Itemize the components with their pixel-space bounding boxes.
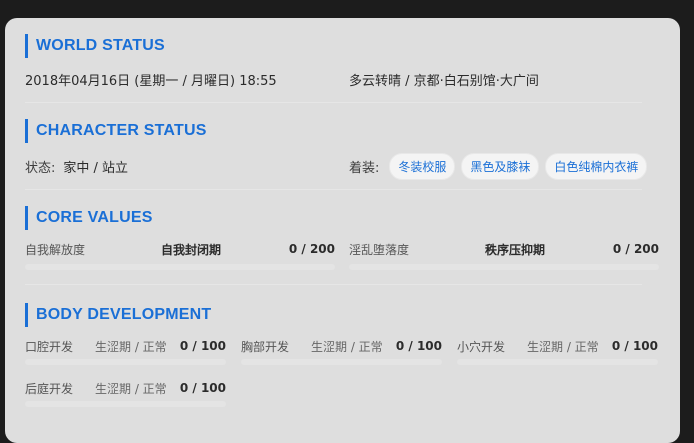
core-stat-label: 自我解放度 bbox=[25, 242, 86, 257]
character-state: 状态: 家中 / 站立 bbox=[25, 157, 349, 176]
body-stat: 口腔开发 生涩期 / 正常 0 / 100 bbox=[25, 337, 226, 365]
divider bbox=[25, 189, 642, 190]
body-stat-phase: 生涩期 / 正常 bbox=[311, 339, 383, 354]
core-stat-phase: 秩序压抑期 bbox=[485, 242, 546, 257]
body-stat-value: 0 / 100 bbox=[179, 381, 226, 395]
body-stat-label: 胸部开发 bbox=[241, 339, 290, 354]
core-stat: 淫乱堕落度 秩序压抑期 0 / 200 bbox=[349, 240, 659, 270]
body-stat-phase: 生涩期 / 正常 bbox=[95, 339, 167, 354]
body-stat-value: 0 / 100 bbox=[611, 339, 658, 353]
core-stat-label: 淫乱堕落度 bbox=[349, 242, 410, 257]
body-stat-phase: 生涩期 / 正常 bbox=[95, 381, 167, 396]
body-stat-label: 后庭开发 bbox=[25, 381, 74, 396]
world-datetime: 2018年04月16日 (星期一 / 月曜日) 18:55 bbox=[25, 73, 277, 89]
progress-bar bbox=[457, 359, 658, 365]
world-status-title: WORLD STATUS bbox=[25, 34, 660, 58]
body-stat-phase: 生涩期 / 正常 bbox=[527, 339, 599, 354]
body-stat-value: 0 / 100 bbox=[179, 339, 226, 353]
progress-bar bbox=[241, 359, 442, 365]
core-values-title: CORE VALUES bbox=[25, 206, 660, 230]
body-development-grid: 口腔开发 生涩期 / 正常 0 / 100 胸部开发 生涩期 / 正常 0 / … bbox=[25, 337, 660, 407]
body-development-title: BODY DEVELOPMENT bbox=[25, 303, 660, 327]
status-panel: WORLD STATUS 2018年04月16日 (星期一 / 月曜日) 18:… bbox=[5, 18, 680, 443]
outfit-label: 着装: bbox=[349, 160, 380, 176]
body-stat-value: 0 / 100 bbox=[395, 339, 442, 353]
progress-bar bbox=[25, 401, 226, 407]
core-stat-value: 0 / 200 bbox=[612, 242, 659, 256]
progress-bar bbox=[349, 264, 659, 270]
progress-bar bbox=[25, 264, 335, 270]
progress-bar bbox=[25, 359, 226, 365]
core-values-row: 自我解放度 自我封闭期 0 / 200 淫乱堕落度 秩序压抑期 0 / 200 bbox=[25, 240, 660, 270]
body-stat: 胸部开发 生涩期 / 正常 0 / 100 bbox=[241, 337, 442, 365]
core-stat-phase: 自我封闭期 bbox=[161, 242, 222, 257]
divider bbox=[25, 102, 642, 103]
outfit-tag[interactable]: 冬装校服 bbox=[389, 152, 456, 180]
core-stat: 自我解放度 自我封闭期 0 / 200 bbox=[25, 240, 335, 270]
state-label: 状态: bbox=[25, 160, 56, 176]
character-status-row: 状态: 家中 / 站立 着装: 冬装校服 黑色及膝袜 白色纯棉内衣裤 bbox=[25, 152, 660, 180]
character-outfit: 着装: 冬装校服 黑色及膝袜 白色纯棉内衣裤 bbox=[349, 152, 648, 180]
outfit-tag[interactable]: 黑色及膝袜 bbox=[461, 152, 540, 180]
body-stat-label: 口腔开发 bbox=[25, 339, 74, 354]
body-stat: 小穴开发 生涩期 / 正常 0 / 100 bbox=[457, 337, 658, 365]
world-location: 多云转晴 / 京都·白石别馆·大广间 bbox=[349, 73, 539, 89]
body-stat-label: 小穴开发 bbox=[457, 339, 506, 354]
character-status-title: CHARACTER STATUS bbox=[25, 119, 660, 143]
body-stat: 后庭开发 生涩期 / 正常 0 / 100 bbox=[25, 379, 226, 407]
core-stat-value: 0 / 200 bbox=[288, 242, 335, 256]
world-status-row: 2018年04月16日 (星期一 / 月曜日) 18:55 多云转晴 / 京都·… bbox=[25, 68, 660, 90]
outfit-tag[interactable]: 白色纯棉内衣裤 bbox=[545, 152, 648, 180]
divider bbox=[25, 284, 642, 285]
state-value: 家中 / 站立 bbox=[63, 160, 129, 176]
